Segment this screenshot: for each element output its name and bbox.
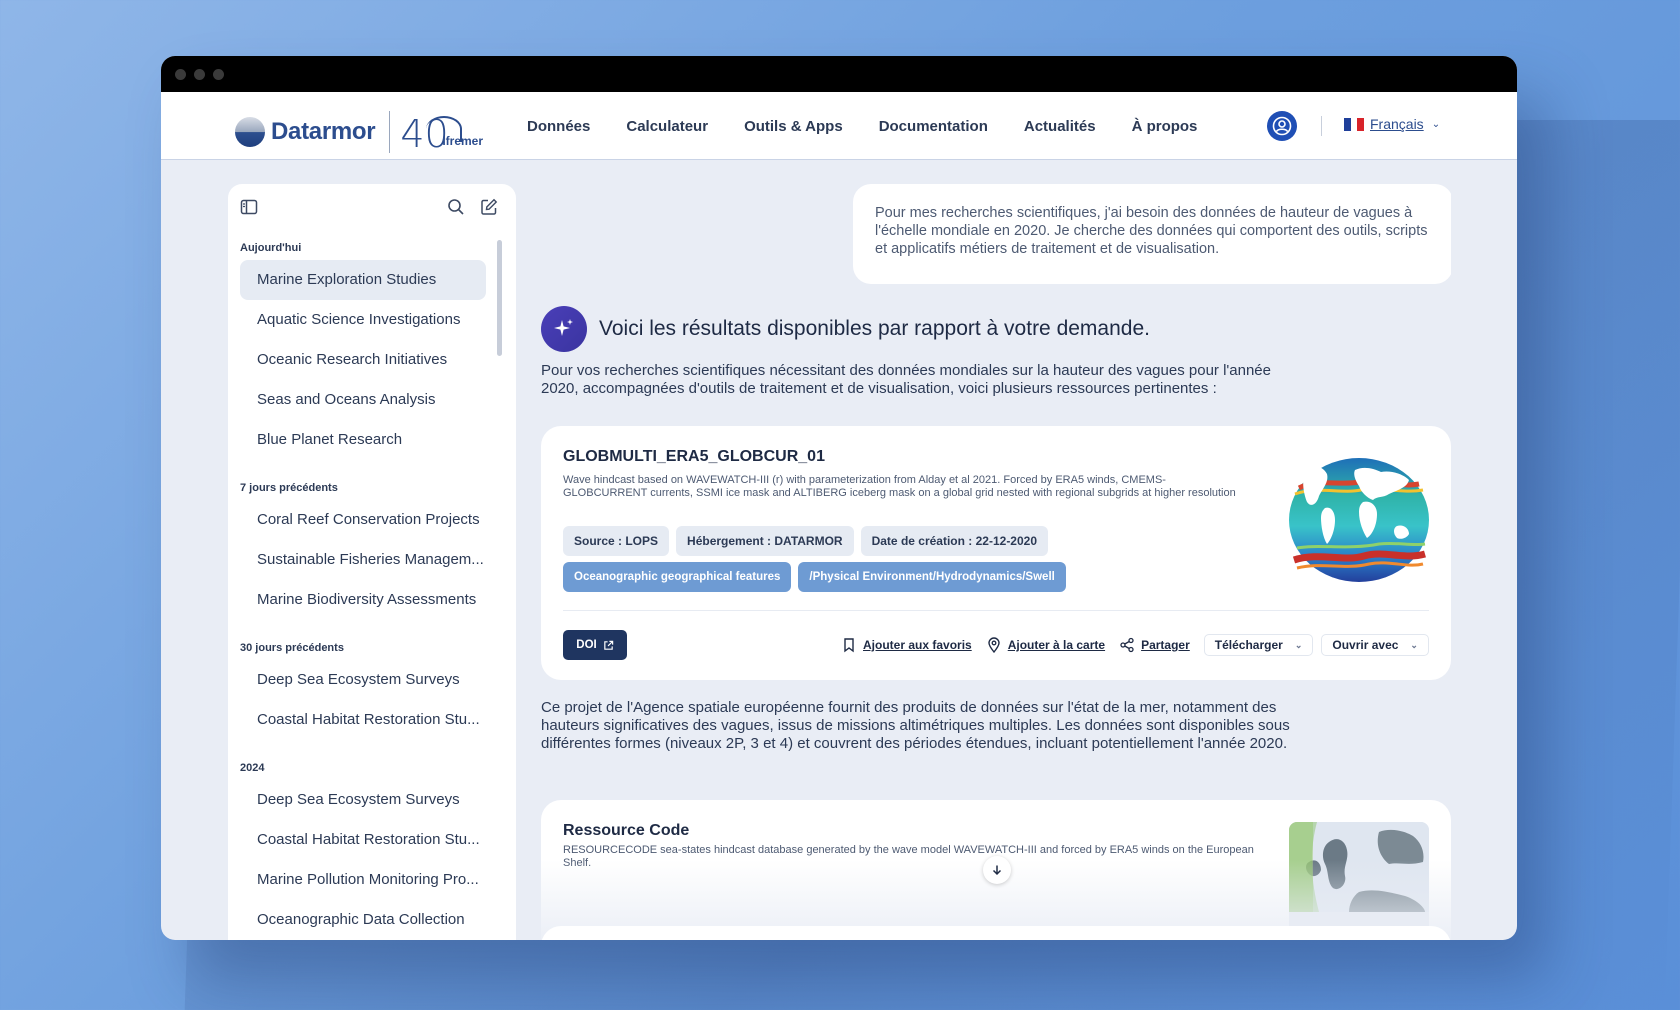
sidebar-item[interactable]: Coastal Habitat Restoration Stu... xyxy=(240,700,486,740)
dataset-card[interactable]: Ressource Code RESOURCECODE sea-states h… xyxy=(541,800,1451,940)
user-account-button[interactable] xyxy=(1267,111,1297,141)
keyword-tag[interactable]: Oceanographic geographical features xyxy=(563,562,792,592)
keyword-tag[interactable]: /Physical Environment/Hydrodynamics/Swel… xyxy=(798,562,1066,592)
response-intro: Pour vos recherches scientifiques nécess… xyxy=(541,362,1271,397)
open-with-label: Ouvrir avec xyxy=(1332,638,1399,652)
sidebar-group-title: 30 jours précédents xyxy=(240,642,344,654)
sidebar-item[interactable]: Aquatic Science Investigations xyxy=(240,300,486,340)
add-to-map-label: Ajouter à la carte xyxy=(1007,638,1106,652)
sidebar-item[interactable]: Seas and Oceans Analysis xyxy=(240,380,486,420)
response-paragraph: Ce projet de l'Agence spatiale européenn… xyxy=(541,699,1290,752)
sidebar-group-title: 7 jours précédents xyxy=(240,482,338,494)
sidebar-item[interactable]: Sustainable Fisheries Managem... xyxy=(240,540,486,580)
logo-divider xyxy=(389,111,391,153)
nav-actualites[interactable]: Actualités xyxy=(1024,118,1096,135)
scroll-down-button[interactable] xyxy=(983,856,1011,884)
wave-height-map-thumbnail[interactable] xyxy=(1289,448,1429,588)
sidebar-group-title: 2024 xyxy=(240,762,265,774)
share-label: Partager xyxy=(1141,638,1190,652)
meta-tags: Source : LOPS Hébergement : DATARMOR Dat… xyxy=(563,526,1049,556)
sidebar-item[interactable]: Blue Planet Research xyxy=(240,420,486,460)
maximize-dot[interactable] xyxy=(213,68,224,80)
dataset-title[interactable]: GLOBMULTI_ERA5_GLOBCUR_01 xyxy=(563,448,825,466)
nav-outils-apps[interactable]: Outils & Apps xyxy=(744,118,843,135)
dataset-description: Wave hindcast based on WAVEWATCH-III (r)… xyxy=(563,474,1236,499)
main-menu: Données Calculateur Outils & Apps Docume… xyxy=(527,92,1233,160)
chevron-down-icon: ⌄ xyxy=(1410,639,1418,650)
history-sidebar: Aujourd'hui Marine Exploration Studies A… xyxy=(228,184,516,940)
sidebar-item[interactable]: Oceanographic Data Collection xyxy=(240,900,486,940)
hosting-tag: Hébergement : DATARMOR xyxy=(676,526,854,556)
add-favorite-label: Ajouter aux favoris xyxy=(863,638,972,652)
dataset-card[interactable]: GLOBMULTI_ERA5_GLOBCUR_01 Wave hindcast … xyxy=(541,426,1451,680)
source-tag: Source : LOPS xyxy=(563,526,670,556)
open-with-dropdown[interactable]: Ouvrir avec ⌄ xyxy=(1321,634,1429,656)
sidebar-item[interactable]: Deep Sea Ecosystem Surveys xyxy=(240,660,486,700)
sidebar-item[interactable]: Marine Biodiversity Assessments xyxy=(240,580,486,620)
nav-a-propos[interactable]: À propos xyxy=(1132,118,1198,135)
nav-divider xyxy=(1321,116,1322,136)
card-divider xyxy=(563,610,1429,611)
sidebar-item[interactable]: Marine Exploration Studies xyxy=(240,260,486,300)
minimize-dot[interactable] xyxy=(194,68,205,80)
top-navbar: Datarmor 40 Ifremer Données Calculateur … xyxy=(161,92,1517,160)
doi-label: DOI xyxy=(576,639,597,651)
add-to-map-button[interactable]: Ajouter à la carte xyxy=(986,637,1105,653)
dataset-title[interactable]: Ressource Code xyxy=(563,822,689,840)
browser-window: Datarmor 40 Ifremer Données Calculateur … xyxy=(161,56,1517,940)
sidebar-scrollbar[interactable] xyxy=(497,240,502,356)
keyword-tags: Oceanographic geographical features /Phy… xyxy=(563,562,1066,592)
nav-documentation[interactable]: Documentation xyxy=(879,118,988,135)
language-label: Français xyxy=(1370,116,1424,132)
bookmark-icon xyxy=(844,638,854,653)
user-icon xyxy=(1272,116,1292,136)
add-favorite-button[interactable]: Ajouter aux favoris xyxy=(841,637,972,653)
new-chat-icon[interactable] xyxy=(480,198,500,218)
creation-date-tag: Date de création : 22-12-2020 xyxy=(860,526,1049,556)
chevron-down-icon: ⌄ xyxy=(1431,118,1441,130)
sidebar-item[interactable]: Oceanic Research Initiatives xyxy=(240,340,486,380)
sidebar-toggle-icon[interactable] xyxy=(240,198,260,218)
sidebar-item[interactable]: Deep Sea Ecosystem Surveys xyxy=(240,780,486,820)
card-actions: Ajouter aux favoris Ajouter à la carte P… xyxy=(841,630,1437,660)
search-icon[interactable] xyxy=(447,198,467,218)
chat-main: Pour mes recherches scientifiques, j'ai … xyxy=(541,184,1451,940)
sidebar-item[interactable]: Coastal Habitat Restoration Stu... xyxy=(240,820,486,860)
share-icon xyxy=(1120,637,1134,653)
user-query-bubble: Pour mes recherches scientifiques, j'ai … xyxy=(853,184,1451,284)
sidebar-toolbar xyxy=(228,184,516,232)
dataset-card-partial[interactable] xyxy=(541,926,1451,940)
response-title: Voici les résultats disponibles par rapp… xyxy=(599,317,1150,340)
sparkle-icon xyxy=(541,306,587,352)
external-link-icon xyxy=(603,640,613,650)
nav-donnees[interactable]: Données xyxy=(527,118,590,135)
datarmor-logo[interactable]: Datarmor 40 Ifremer xyxy=(235,110,486,156)
ifremer-name: Ifremer xyxy=(442,134,483,148)
share-button[interactable]: Partager xyxy=(1119,637,1190,653)
doi-button[interactable]: DOI xyxy=(563,630,627,660)
arrow-down-icon xyxy=(992,865,1002,876)
chevron-down-icon: ⌄ xyxy=(1294,639,1303,650)
sidebar-item[interactable]: Marine Pollution Monitoring Pro... xyxy=(240,860,486,900)
close-dot[interactable] xyxy=(175,68,186,80)
ai-response-header: Voici les résultats disponibles par rapp… xyxy=(541,306,1150,352)
download-dropdown[interactable]: Télécharger ⌄ xyxy=(1203,634,1314,656)
sidebar-item[interactable]: Coral Reef Conservation Projects xyxy=(240,500,486,540)
brand-name: Datarmor xyxy=(271,118,376,145)
map-pin-icon xyxy=(988,637,1000,653)
download-label: Télécharger xyxy=(1214,638,1283,652)
ifremer-logo: 40 Ifremer xyxy=(400,110,486,156)
french-flag-icon xyxy=(1344,117,1365,131)
language-selector[interactable]: Français ⌄ xyxy=(1344,116,1440,132)
sidebar-group-title: Aujourd'hui xyxy=(240,242,302,254)
nav-calculateur[interactable]: Calculateur xyxy=(626,118,708,135)
datarmor-logo-icon xyxy=(235,117,265,147)
window-titlebar xyxy=(161,56,1517,92)
